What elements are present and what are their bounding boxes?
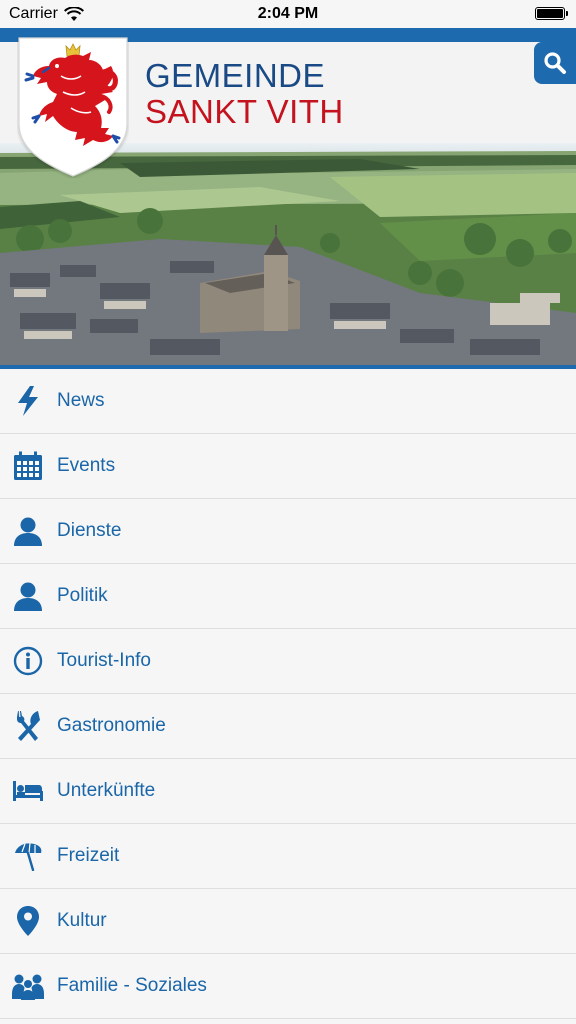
search-icon — [544, 52, 566, 74]
person-icon — [12, 515, 44, 547]
title-line-sankt-vith: SANKT VITH — [145, 93, 344, 130]
menu-item-label: News — [57, 390, 105, 411]
search-button[interactable] — [534, 42, 576, 84]
app-title: GEMEINDE SANKT VITH — [145, 58, 344, 130]
menu-item-label: Freizeit — [57, 845, 120, 866]
menu-item-label: Gastronomie — [57, 715, 166, 736]
coat-of-arms-logo — [18, 37, 128, 177]
family-icon — [12, 970, 44, 1002]
status-bar: Carrier 2:04 PM — [0, 0, 576, 28]
fork-knife-icon — [12, 710, 44, 742]
bed-icon — [12, 775, 44, 807]
menu-item-label: Familie - Soziales — [57, 975, 207, 996]
menu-item-events[interactable]: Events — [0, 434, 576, 499]
menu-item-tourist-info[interactable]: Tourist-Info — [0, 629, 576, 694]
menu-item-gastronomie[interactable]: Gastronomie — [0, 694, 576, 759]
menu-item-kultur[interactable]: Kultur — [0, 889, 576, 954]
menu-item-familie-soziales[interactable]: Familie - Soziales — [0, 954, 576, 1019]
menu-item-news[interactable]: News — [0, 369, 576, 434]
menu-item-politik[interactable]: Politik — [0, 564, 576, 629]
menu-item-freizeit[interactable]: Freizeit — [0, 824, 576, 889]
battery-icon — [535, 6, 569, 20]
menu-item-label: Tourist-Info — [57, 650, 151, 671]
menu-item-label: Dienste — [57, 520, 122, 541]
umbrella-icon — [12, 840, 44, 872]
info-icon — [12, 645, 44, 677]
menu-item-unterkuenfte[interactable]: Unterkünfte — [0, 759, 576, 824]
menu-item-label: Kultur — [57, 910, 107, 931]
lightning-icon — [12, 385, 44, 417]
menu-item-label: Politik — [57, 585, 108, 606]
status-time: 2:04 PM — [257, 5, 319, 22]
title-line-gemeinde: GEMEINDE — [145, 57, 326, 94]
menu-item-label: Unterkünfte — [57, 780, 156, 801]
menu-item-dienste[interactable]: Dienste — [0, 499, 576, 564]
main-menu: News Events Dienste Politik Tourist-Info… — [0, 369, 576, 1019]
person-icon — [12, 580, 44, 612]
map-pin-icon — [12, 905, 44, 937]
menu-item-label: Events — [57, 455, 116, 476]
calendar-icon — [12, 450, 44, 482]
